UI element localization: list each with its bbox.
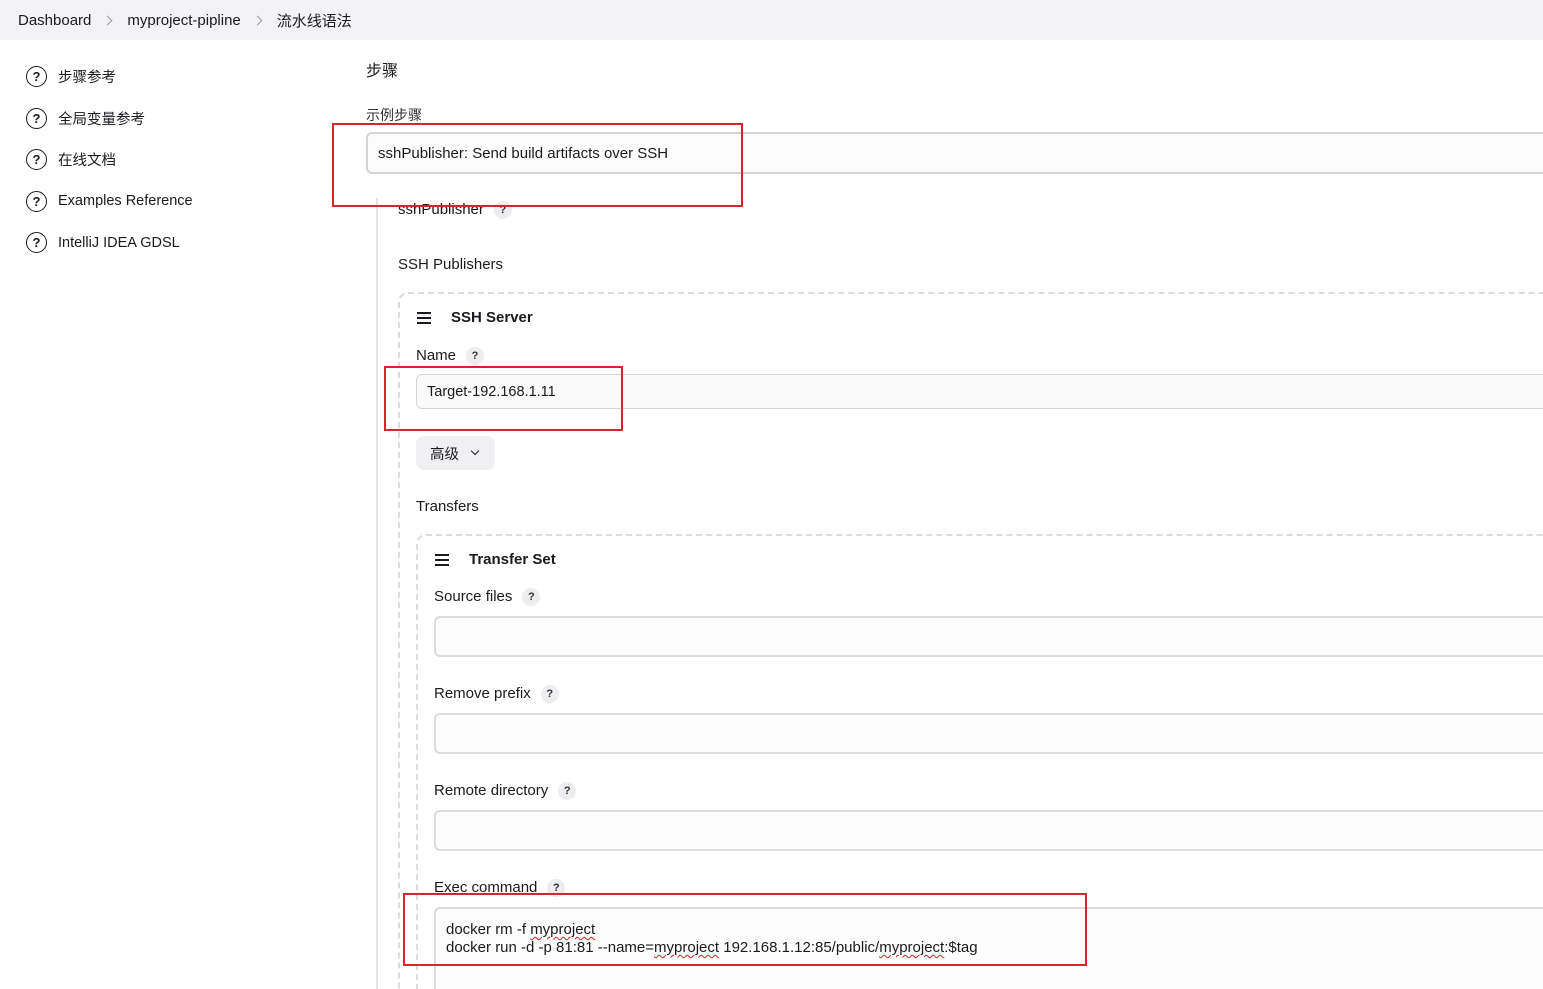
- transfer-set-title: Transfer Set: [469, 551, 556, 568]
- sidebar-item-label: Examples Reference: [58, 193, 193, 210]
- help-icon[interactable]: ?: [522, 588, 541, 607]
- sidebar-item-online-docs[interactable]: ? 在线文档: [26, 139, 326, 181]
- sidebar-item-label: IntelliJ IDEA GDSL: [58, 234, 180, 251]
- breadcrumb-pipeline-syntax[interactable]: 流水线语法: [277, 10, 352, 31]
- chevron-right-icon: [102, 15, 113, 25]
- transfers-label: Transfers: [416, 498, 479, 515]
- sidebar: ? 步骤参考 ? 全局变量参考 ? 在线文档 ? Examples Refere…: [26, 56, 326, 264]
- help-circle-icon: ?: [26, 190, 47, 212]
- sidebar-item-label: 步骤参考: [58, 70, 116, 87]
- help-icon[interactable]: ?: [558, 782, 577, 801]
- remote-directory-input[interactable]: [434, 810, 1543, 851]
- name-label: Name?: [416, 347, 485, 366]
- remove-prefix-label: Remove prefix?: [434, 685, 559, 704]
- highlight-box-server-name: [384, 366, 623, 431]
- help-circle-icon: ?: [26, 149, 47, 171]
- page-title: 步骤: [366, 63, 399, 80]
- ssh-server-title: SSH Server: [451, 309, 533, 326]
- sidebar-item-examples-reference[interactable]: ? Examples Reference: [26, 181, 326, 223]
- source-files-label: Source files?: [434, 588, 541, 607]
- help-circle-icon: ?: [26, 232, 47, 254]
- sidebar-item-global-variables[interactable]: ? 全局变量参考: [26, 98, 326, 140]
- breadcrumb-dashboard[interactable]: Dashboard: [18, 12, 91, 29]
- chevron-right-icon: [252, 15, 263, 25]
- remote-directory-label-text: Remote directory: [434, 782, 549, 799]
- sidebar-item-step-reference[interactable]: ? 步骤参考: [26, 56, 326, 98]
- remote-directory-label: Remote directory?: [434, 782, 577, 801]
- sample-step-label: 示例步骤: [366, 107, 422, 123]
- ssh-publishers-label: SSH Publishers: [398, 256, 504, 273]
- breadcrumb-project[interactable]: myproject-pipline: [127, 12, 240, 29]
- source-files-input[interactable]: [434, 616, 1543, 657]
- sidebar-item-label: 全局变量参考: [58, 111, 145, 128]
- highlight-box-exec-command: [403, 893, 1087, 966]
- advanced-button[interactable]: 高级: [416, 436, 495, 470]
- drag-handle-icon[interactable]: [435, 551, 449, 569]
- highlight-box-sample-step: [332, 123, 743, 207]
- advanced-label: 高级: [430, 446, 459, 463]
- ssh-server-header: SSH Server: [417, 309, 533, 327]
- source-files-label-text: Source files: [434, 588, 513, 605]
- help-circle-icon: ?: [26, 66, 47, 88]
- section-divider: [376, 198, 378, 989]
- help-icon[interactable]: ?: [466, 347, 485, 366]
- sidebar-item-intellij-gdsl[interactable]: ? IntelliJ IDEA GDSL: [26, 222, 326, 264]
- drag-handle-icon[interactable]: [417, 309, 431, 327]
- name-label-text: Name: [416, 347, 457, 364]
- remove-prefix-input[interactable]: [434, 713, 1543, 754]
- help-icon[interactable]: ?: [540, 685, 559, 704]
- chevron-down-icon: [470, 446, 480, 456]
- help-circle-icon: ?: [26, 107, 47, 129]
- remove-prefix-label-text: Remove prefix: [434, 685, 531, 702]
- sidebar-item-label: 在线文档: [58, 153, 116, 170]
- transfer-set-header: Transfer Set: [435, 551, 556, 569]
